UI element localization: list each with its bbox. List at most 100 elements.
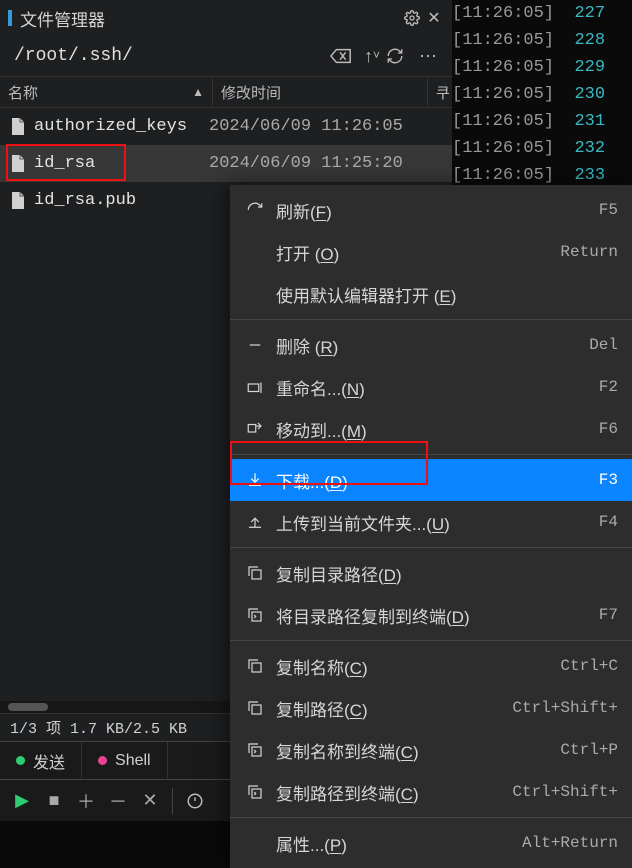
backspace-icon[interactable] [330, 48, 358, 64]
terminal-line: [11:26:05] 231 [452, 108, 632, 135]
copyterm-icon [240, 606, 270, 624]
menu-label: 复制名称到终端(C) [270, 738, 560, 763]
terminal-line: [11:26:05] 227 [452, 0, 632, 27]
file-name: id_rsa [34, 154, 209, 173]
menu-item[interactable]: 将目录路径复制到终端(D)F7 [230, 594, 632, 636]
refresh-icon[interactable] [386, 47, 414, 65]
terminal-line: [11:26:05] 229 [452, 54, 632, 81]
menu-shortcut: Ctrl+Shift+ [512, 699, 618, 717]
menu-label: 复制名称(C) [270, 654, 560, 679]
file-icon [8, 155, 28, 172]
copy-icon [240, 657, 270, 675]
copy-icon [240, 699, 270, 717]
tab-shell[interactable]: Shell [82, 742, 168, 779]
file-name: authorized_keys [34, 117, 209, 136]
menu-label: 移动到...(M) [270, 417, 599, 442]
col-mtime[interactable]: 修改时间 [213, 77, 428, 107]
panel-title: 文件管理器 [20, 6, 404, 31]
menu-label: 属性...(P) [270, 831, 522, 856]
menu-label: 打开 (O) [270, 240, 560, 265]
menu-shortcut: Alt+Return [522, 834, 618, 852]
menu-label: 上传到当前文件夹...(U) [270, 510, 599, 535]
upload-icon [240, 513, 270, 531]
tab-send[interactable]: 发送 [0, 742, 82, 779]
menu-shortcut: F5 [599, 201, 618, 219]
menu-item[interactable]: 打开 (O)Return [230, 231, 632, 273]
menu-item[interactable]: 刷新(F)F5 [230, 189, 632, 231]
file-mtime: 2024/06/09 11:25:20 [209, 154, 444, 173]
menu-shortcut: F2 [599, 378, 618, 396]
menu-separator [230, 319, 632, 320]
menu-shortcut: Ctrl+C [560, 657, 618, 675]
play-icon[interactable]: ▶ [6, 785, 38, 817]
path-bar: /root/.ssh/ ↑˅ ⋯ [0, 36, 452, 76]
menu-separator [230, 547, 632, 548]
menu-label: 复制路径到终端(C) [270, 780, 512, 805]
file-row[interactable]: id_rsa2024/06/09 11:25:20 [0, 145, 452, 182]
menu-item[interactable]: 重命名...(N)F2 [230, 366, 632, 408]
menu-item[interactable]: 复制名称(C)Ctrl+C [230, 645, 632, 687]
power-icon[interactable] [179, 785, 211, 817]
menu-item[interactable]: 复制路径到终端(C)Ctrl+Shift+ [230, 771, 632, 813]
menu-shortcut: F4 [599, 513, 618, 531]
minus-icon[interactable]: － [102, 785, 134, 817]
menu-shortcut: Return [560, 243, 618, 261]
file-row[interactable]: authorized_keys2024/06/09 11:26:05 [0, 108, 452, 145]
path-text[interactable]: /root/.ssh/ [14, 46, 330, 66]
active-indicator [8, 10, 12, 26]
menu-shortcut: F3 [599, 471, 618, 489]
menu-item[interactable]: 复制名称到终端(C)Ctrl+P [230, 729, 632, 771]
menu-item[interactable]: 属性...(P)Alt+Return [230, 822, 632, 864]
menu-item[interactable]: 上传到当前文件夹...(U)F4 [230, 501, 632, 543]
move-icon [240, 420, 270, 438]
rename-icon [240, 378, 270, 396]
menu-shortcut: F7 [599, 606, 618, 624]
separator [172, 788, 173, 814]
menu-item[interactable]: 使用默认编辑器打开 (E) [230, 273, 632, 315]
menu-shortcut: Ctrl+Shift+ [512, 783, 618, 801]
col-ext[interactable]: 쿠 [428, 77, 452, 107]
menu-shortcut: F6 [599, 420, 618, 438]
menu-label: 使用默认编辑器打开 (E) [270, 282, 618, 307]
menu-label: 复制目录路径(D) [270, 561, 618, 586]
up-arrow-icon[interactable]: ↑˅ [358, 46, 386, 67]
menu-separator [230, 817, 632, 818]
menu-label: 下载...(D) [270, 468, 599, 493]
plus-icon[interactable]: ＋ [70, 785, 102, 817]
menu-label: 删除 (R) [270, 333, 589, 358]
refresh-icon [240, 201, 270, 219]
file-mtime: 2024/06/09 11:26:05 [209, 117, 444, 136]
col-name[interactable]: 名称▲ [0, 77, 213, 107]
close-session-icon[interactable]: ✕ [134, 785, 166, 817]
menu-item[interactable]: 复制目录路径(D) [230, 552, 632, 594]
file-icon [8, 118, 28, 135]
sort-asc-icon: ▲ [192, 85, 204, 99]
terminal-pane: [11:26:05] 227[11:26:05] 228[11:26:05] 2… [452, 0, 632, 189]
menu-label: 刷新(F) [270, 198, 599, 223]
copyterm-icon [240, 783, 270, 801]
minus-icon [240, 336, 270, 354]
menu-item[interactable]: 复制路径(C)Ctrl+Shift+ [230, 687, 632, 729]
dot-icon [16, 756, 25, 765]
menu-item[interactable]: 移动到...(M)F6 [230, 408, 632, 450]
gear-icon[interactable] [404, 10, 424, 26]
menu-separator [230, 640, 632, 641]
download-icon [240, 471, 270, 489]
close-icon[interactable]: ✕ [424, 8, 444, 28]
menu-shortcut: Del [589, 336, 618, 354]
file-columns: 名称▲ 修改时间 쿠 [0, 76, 452, 108]
more-icon[interactable]: ⋯ [414, 46, 442, 67]
stop-icon[interactable]: ■ [38, 785, 70, 817]
file-icon [8, 192, 28, 209]
menu-label: 将目录路径复制到终端(D) [270, 603, 599, 628]
terminal-line: [11:26:05] 232 [452, 135, 632, 162]
copyterm-icon [240, 741, 270, 759]
dot-icon [98, 756, 107, 765]
copy-icon [240, 564, 270, 582]
scrollbar-thumb[interactable] [8, 703, 48, 711]
menu-separator [230, 454, 632, 455]
menu-item[interactable]: 删除 (R)Del [230, 324, 632, 366]
file-name: id_rsa.pub [34, 191, 209, 210]
menu-item[interactable]: 下载...(D)F3 [230, 459, 632, 501]
panel-header: 文件管理器 ✕ [0, 0, 452, 36]
